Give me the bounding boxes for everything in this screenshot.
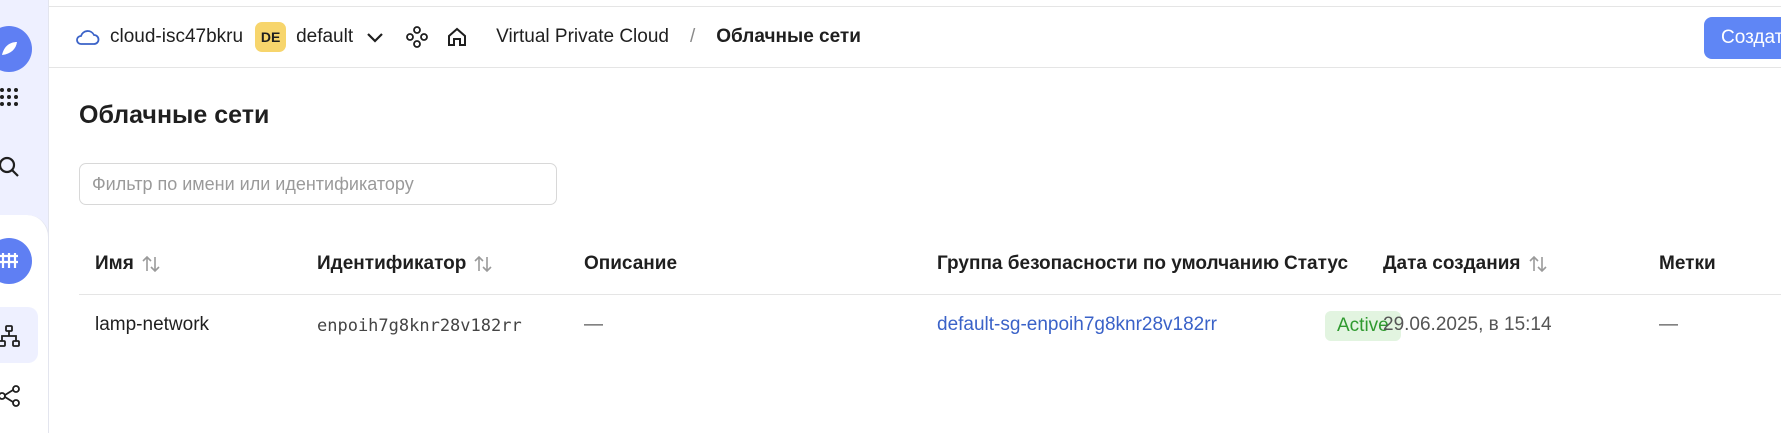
cell-description: —	[584, 314, 603, 335]
column-header-label: Группа безопасности по умолчанию	[937, 253, 1280, 274]
logo-icon[interactable]	[0, 26, 32, 72]
services-grid-icon[interactable]	[0, 82, 24, 112]
column-header-security-group: Группа безопасности по умолчанию	[937, 253, 1279, 275]
table-header-divider	[79, 294, 1781, 295]
column-header-name[interactable]: Имя	[95, 253, 161, 275]
breadcrumb-separator: /	[689, 26, 696, 47]
chevron-down-icon[interactable]	[366, 31, 384, 43]
nodes-icon[interactable]	[406, 26, 429, 48]
sort-icon[interactable]	[473, 255, 493, 273]
breadcrumb-service[interactable]: Virtual Private Cloud	[496, 26, 669, 48]
connections-icon[interactable]	[0, 381, 24, 411]
column-header-label: Идентификатор	[317, 253, 467, 274]
home-icon[interactable]	[446, 26, 468, 48]
cell-name[interactable]: lamp-network	[95, 314, 209, 336]
cloud-selector[interactable]: cloud-isc47bkru	[110, 26, 243, 48]
column-header-label: Метки	[1659, 253, 1716, 274]
column-header-created[interactable]: Дата создания	[1383, 253, 1548, 275]
column-header-label: Дата создания	[1383, 253, 1521, 274]
page-title: Облачные сети	[79, 101, 270, 129]
folder-selector[interactable]: default	[296, 26, 353, 48]
column-header-id[interactable]: Идентификатор	[317, 253, 493, 275]
filter-input[interactable]	[79, 163, 557, 205]
cloud-icon	[74, 27, 100, 47]
cell-created: 29.06.2025, в 15:14	[1383, 314, 1552, 335]
cell-labels: —	[1659, 314, 1678, 335]
breadcrumb-current: Облачные сети	[716, 26, 861, 47]
cell-id: enpoih7g8knr28v182rr	[317, 316, 522, 336]
folder-badge: DE	[255, 22, 287, 52]
security-group-link[interactable]: default-sg-enpoih7g8knr28v182rr	[937, 314, 1217, 336]
column-header-label: Статус	[1284, 253, 1349, 274]
header-bar: cloud-isc47bkru DE default Virtual Priva…	[49, 7, 1781, 68]
create-button[interactable]: Создат	[1704, 17, 1781, 59]
column-header-labels: Метки	[1659, 253, 1716, 275]
search-icon[interactable]	[0, 152, 24, 182]
sort-icon[interactable]	[1528, 255, 1548, 273]
column-header-label: Описание	[584, 253, 678, 274]
left-rail-services	[0, 215, 49, 433]
networks-icon[interactable]	[0, 321, 24, 351]
column-header-label: Имя	[95, 253, 134, 274]
sort-icon[interactable]	[141, 255, 161, 273]
column-header-status: Статус	[1284, 253, 1348, 275]
vpc-service-icon[interactable]	[0, 238, 32, 284]
column-header-description: Описание	[584, 253, 677, 275]
